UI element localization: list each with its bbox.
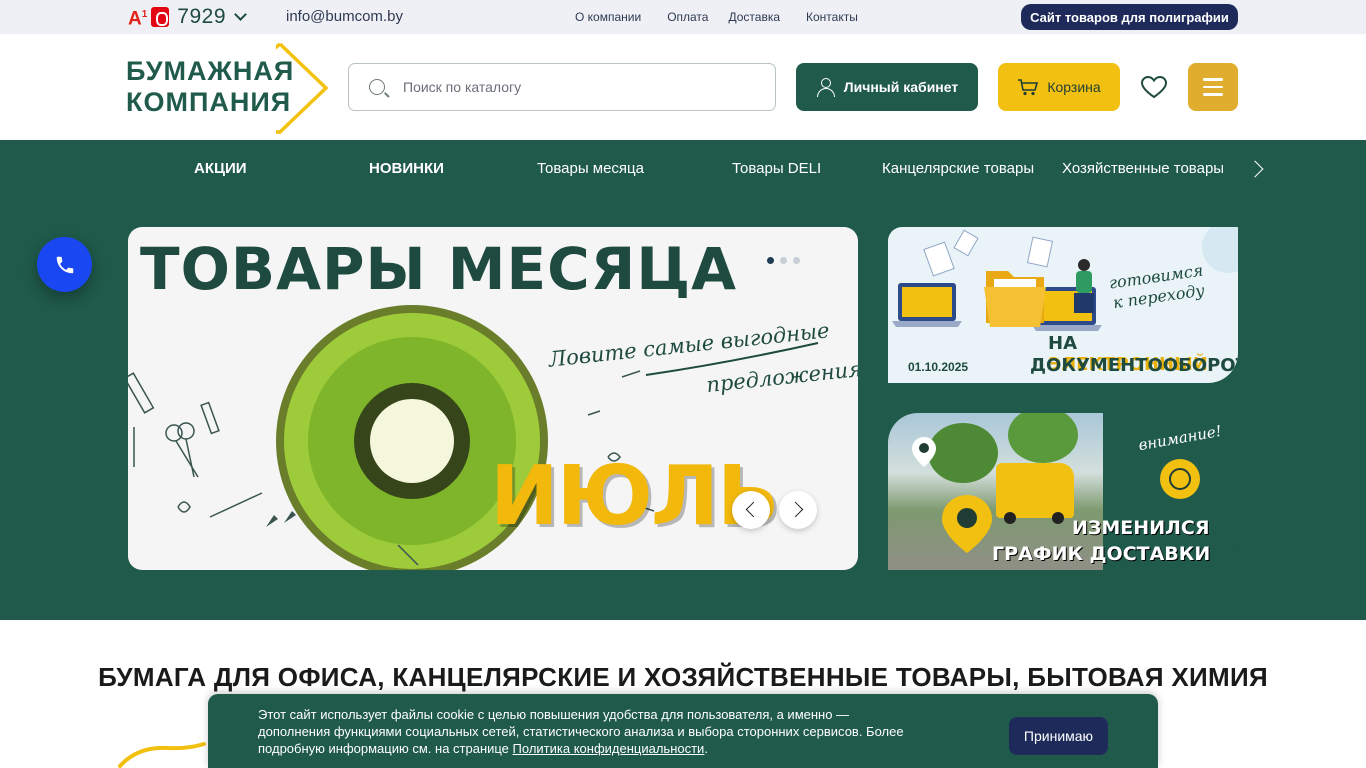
menu-icon-bar: [1203, 93, 1223, 96]
top-bar: A1 7929 info@bumcom.by О компании Оплата…: [0, 0, 1366, 34]
edo-date: 01.10.2025: [908, 360, 969, 374]
tree-graphic: [928, 423, 998, 483]
slider-dot[interactable]: [767, 257, 774, 264]
search-box[interactable]: [348, 63, 776, 111]
chevron-right-icon[interactable]: [1249, 158, 1263, 180]
slide-month: ИЮЛЬ: [490, 449, 779, 544]
phone-selector[interactable]: A1 7929: [128, 5, 247, 29]
top-nav-delivery[interactable]: Доставка: [728, 10, 780, 24]
favorites-button[interactable]: [1140, 74, 1168, 100]
heart-icon: [1141, 75, 1167, 98]
delivery-van-graphic: [996, 463, 1074, 524]
slider-dot[interactable]: [780, 257, 787, 264]
search-icon[interactable]: [369, 79, 385, 95]
location-pin-icon: [942, 495, 992, 553]
call-button[interactable]: [37, 237, 92, 292]
delivery-line-1: ИЗМЕНИЛСЯ: [1072, 517, 1210, 539]
personal-cabinet-button[interactable]: Личный кабинет: [796, 63, 978, 111]
slider-prev-button[interactable]: [732, 491, 770, 529]
slider-dots: [767, 257, 800, 264]
chevron-down-icon[interactable]: [234, 8, 247, 21]
logo-line-2: КОМПАНИЯ: [126, 87, 292, 117]
privacy-policy-link[interactable]: Политика конфиденциальности: [513, 741, 705, 756]
cart-icon: [1018, 79, 1039, 96]
delivery-banner[interactable]: внимание! ИЗМЕНИЛСЯ ГРАФИК ДОСТАВКИ: [888, 413, 1238, 570]
cookie-accept-button[interactable]: Принимаю: [1009, 717, 1108, 755]
company-logo[interactable]: БУМАЖНАЯ КОМПАНИЯ: [126, 42, 336, 134]
clock-icon: [1160, 459, 1200, 499]
category-household[interactable]: Хозяйственные товары: [1062, 160, 1224, 177]
cookie-banner: Этот сайт использует файлы cookie с цель…: [208, 694, 1158, 768]
slider-next-button[interactable]: [779, 491, 817, 529]
location-pin-icon: [912, 437, 936, 467]
slider-dot[interactable]: [793, 257, 800, 264]
polygraphy-site-button[interactable]: Сайт товаров для полиграфии: [1021, 4, 1238, 30]
decorative-squiggle: [118, 742, 206, 768]
menu-button[interactable]: [1188, 63, 1238, 111]
cart-label: Корзина: [1047, 79, 1101, 95]
delivery-attention: внимание!: [1137, 421, 1224, 455]
category-deli[interactable]: Товары DELI: [732, 160, 821, 177]
mts-operator-icon: [151, 7, 170, 27]
personal-cabinet-label: Личный кабинет: [843, 79, 959, 95]
cookie-tail: .: [704, 741, 708, 756]
delivery-line-2: ГРАФИК ДОСТАВКИ: [992, 543, 1211, 565]
top-nav-payment[interactable]: Оплата: [667, 10, 708, 24]
a1-operator-icon: A1: [128, 5, 147, 29]
search-input[interactable]: [403, 79, 743, 95]
edo-line-1-prefix: НА: [1048, 333, 1077, 354]
menu-icon: [1203, 78, 1223, 81]
category-office[interactable]: Канцелярские товары: [882, 160, 1034, 177]
phone-icon: [56, 256, 73, 273]
category-nav: АКЦИИ НОВИНКИ Товары месяца Товары DELI …: [0, 160, 1366, 180]
phone-number[interactable]: 7929: [177, 5, 226, 29]
top-nav-about[interactable]: О компании: [575, 10, 641, 24]
category-new[interactable]: НОВИНКИ: [369, 160, 444, 177]
tree-graphic: [1008, 413, 1078, 463]
menu-icon-bar: [1203, 85, 1223, 89]
category-promo[interactable]: АКЦИИ: [194, 160, 247, 177]
logo-line-1: БУМАЖНАЯ: [126, 56, 295, 86]
cart-button[interactable]: Корзина: [998, 63, 1120, 111]
page-heading: БУМАГА ДЛЯ ОФИСА, КАНЦЕЛЯРСКИЕ И ХОЗЯЙСТ…: [98, 662, 1268, 692]
a1-logo-sup: 1: [141, 8, 148, 20]
top-nav-contacts[interactable]: Контакты: [806, 10, 858, 24]
top-nav: О компании Оплата Доставка Контакты: [575, 10, 884, 24]
edo-banner[interactable]: готовимся к переходу НА ЭЛЕКТРОННЫЙ ДОКУМ…: [888, 227, 1238, 383]
user-icon: [816, 78, 835, 97]
edo-line-2: ДОКУМЕНТООБОРОТ: [1030, 355, 1238, 376]
email-link[interactable]: info@bumcom.by: [286, 8, 403, 25]
main-slider[interactable]: ТОВАРЫ МЕСЯЦА Ловите самые выгодные пред…: [128, 227, 858, 570]
logo-diamond-icon: [276, 42, 329, 134]
slide-title: ТОВАРЫ МЕСЯЦА: [140, 235, 738, 303]
cookie-text: Этот сайт использует файлы cookie с цель…: [258, 706, 908, 757]
category-month-goods[interactable]: Товары месяца: [537, 160, 644, 177]
a1-logo-text: A: [128, 8, 142, 30]
